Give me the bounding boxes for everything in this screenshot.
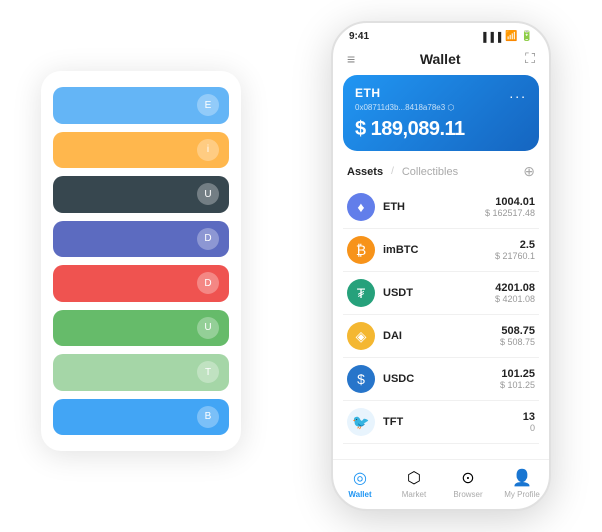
tab-assets[interactable]: Assets (347, 166, 383, 178)
asset-row[interactable]: ₮ USDT4201.08$ 4201.08 (343, 272, 539, 315)
asset-icon: ♦ (347, 193, 375, 221)
status-time: 9:41 (349, 31, 369, 42)
bg-card-row-icon: D (197, 228, 219, 250)
wifi-icon: 📶 (505, 31, 517, 42)
bg-card-row: U (53, 176, 229, 213)
bg-card-row: i (53, 132, 229, 169)
nav-item-wallet[interactable]: ◎ Wallet (333, 468, 387, 499)
bg-card: EiUDDUTB (41, 71, 241, 451)
nav-item-my-profile[interactable]: 👤 My Profile (495, 468, 549, 499)
asset-name: USDT (383, 287, 495, 299)
tab-divider: / (391, 166, 394, 177)
asset-name: ETH (383, 201, 485, 213)
asset-icon: ₮ (347, 279, 375, 307)
nav-icon: ◎ (353, 468, 367, 488)
asset-amount-usd: $ 508.75 (500, 337, 535, 347)
bg-card-row-icon: T (197, 361, 219, 383)
add-asset-icon[interactable]: ⊕ (523, 163, 535, 180)
app-header: ≡ Wallet ⛶ (333, 46, 549, 75)
nav-item-market[interactable]: ⬡ Market (387, 468, 441, 499)
bg-card-row-icon: E (197, 94, 219, 116)
bg-card-row-icon: U (197, 317, 219, 339)
bg-card-row: T (53, 354, 229, 391)
battery-icon: 🔋 (521, 31, 533, 42)
bg-card-row-icon: U (197, 183, 219, 205)
status-icons: ▐▐▐ 📶 🔋 (480, 31, 533, 42)
nav-icon: ⊙ (461, 468, 474, 488)
asset-icon: 🐦 (347, 408, 375, 436)
menu-icon[interactable]: ≡ (347, 51, 355, 67)
asset-name: USDC (383, 373, 500, 385)
header-title: Wallet (420, 51, 461, 67)
asset-list: ♦ ETH1004.01$ 162517.48 ₿ imBTC2.5$ 21760.1… (333, 186, 549, 459)
nav-icon: 👤 (512, 468, 532, 488)
wallet-amount: $ 189,089.11 (355, 118, 527, 141)
asset-name: imBTC (383, 244, 495, 256)
bg-card-row: D (53, 265, 229, 302)
wallet-ticker: ETH (355, 86, 381, 100)
nav-label: My Profile (504, 490, 540, 499)
asset-icon: ₿ (347, 236, 375, 264)
asset-amounts: 101.25$ 101.25 (500, 368, 535, 390)
bg-card-row-icon: D (197, 272, 219, 294)
asset-amount-main: 13 (523, 411, 535, 423)
asset-row[interactable]: ₿ imBTC2.5$ 21760.1 (343, 229, 539, 272)
asset-amounts: 4201.08$ 4201.08 (495, 282, 535, 304)
bg-card-row-icon: B (197, 406, 219, 428)
bottom-nav: ◎ Wallet ⬡ Market ⊙ Browser 👤 My Profile (333, 459, 549, 509)
asset-amounts: 1004.01$ 162517.48 (485, 196, 535, 218)
wallet-card: ETH ... 0x08711d3b...8418a78e3 ⬡ $ 189,0… (343, 75, 539, 151)
asset-icon: ◈ (347, 322, 375, 350)
bg-card-row: D (53, 221, 229, 258)
asset-name: DAI (383, 330, 500, 342)
nav-item-browser[interactable]: ⊙ Browser (441, 468, 495, 499)
wallet-more-icon[interactable]: ... (509, 85, 527, 101)
asset-name: TFT (383, 416, 523, 428)
asset-icon: $ (347, 365, 375, 393)
asset-amounts: 130 (523, 411, 535, 433)
asset-amount-main: 101.25 (500, 368, 535, 380)
asset-amount-main: 508.75 (500, 325, 535, 337)
asset-row[interactable]: ♦ ETH1004.01$ 162517.48 (343, 186, 539, 229)
asset-amount-usd: 0 (523, 423, 535, 433)
bg-card-row-icon: i (197, 139, 219, 161)
bg-card-row: U (53, 310, 229, 347)
nav-label: Browser (453, 490, 482, 499)
asset-row[interactable]: 🐦 TFT130 (343, 401, 539, 444)
signal-icon: ▐▐▐ (480, 32, 502, 42)
asset-amount-usd: $ 162517.48 (485, 208, 535, 218)
assets-header: Assets / Collectibles ⊕ (333, 159, 549, 186)
nav-icon: ⬡ (407, 468, 421, 488)
asset-amount-main: 4201.08 (495, 282, 535, 294)
wallet-address: 0x08711d3b...8418a78e3 ⬡ (355, 103, 527, 112)
assets-tabs: Assets / Collectibles (347, 166, 458, 178)
nav-label: Market (402, 490, 426, 499)
asset-amounts: 2.5$ 21760.1 (495, 239, 535, 261)
bg-card-row: E (53, 87, 229, 124)
tab-collectibles[interactable]: Collectibles (402, 166, 458, 178)
asset-amounts: 508.75$ 508.75 (500, 325, 535, 347)
asset-amount-usd: $ 21760.1 (495, 251, 535, 261)
asset-amount-usd: $ 101.25 (500, 380, 535, 390)
bg-card-row: B (53, 399, 229, 436)
nav-label: Wallet (348, 490, 371, 499)
asset-amount-main: 2.5 (495, 239, 535, 251)
wallet-card-header: ETH ... (355, 85, 527, 101)
status-bar: 9:41 ▐▐▐ 📶 🔋 (333, 23, 549, 46)
asset-amount-main: 1004.01 (485, 196, 535, 208)
phone-mockup: 9:41 ▐▐▐ 📶 🔋 ≡ Wallet ⛶ ETH ... 0x08711d… (331, 21, 551, 511)
asset-row[interactable]: $ USDC101.25$ 101.25 (343, 358, 539, 401)
expand-icon[interactable]: ⛶ (525, 50, 535, 67)
scene: EiUDDUTB 9:41 ▐▐▐ 📶 🔋 ≡ Wallet ⛶ ETH ...… (11, 11, 591, 521)
asset-row[interactable]: ◈ DAI508.75$ 508.75 (343, 315, 539, 358)
asset-amount-usd: $ 4201.08 (495, 294, 535, 304)
